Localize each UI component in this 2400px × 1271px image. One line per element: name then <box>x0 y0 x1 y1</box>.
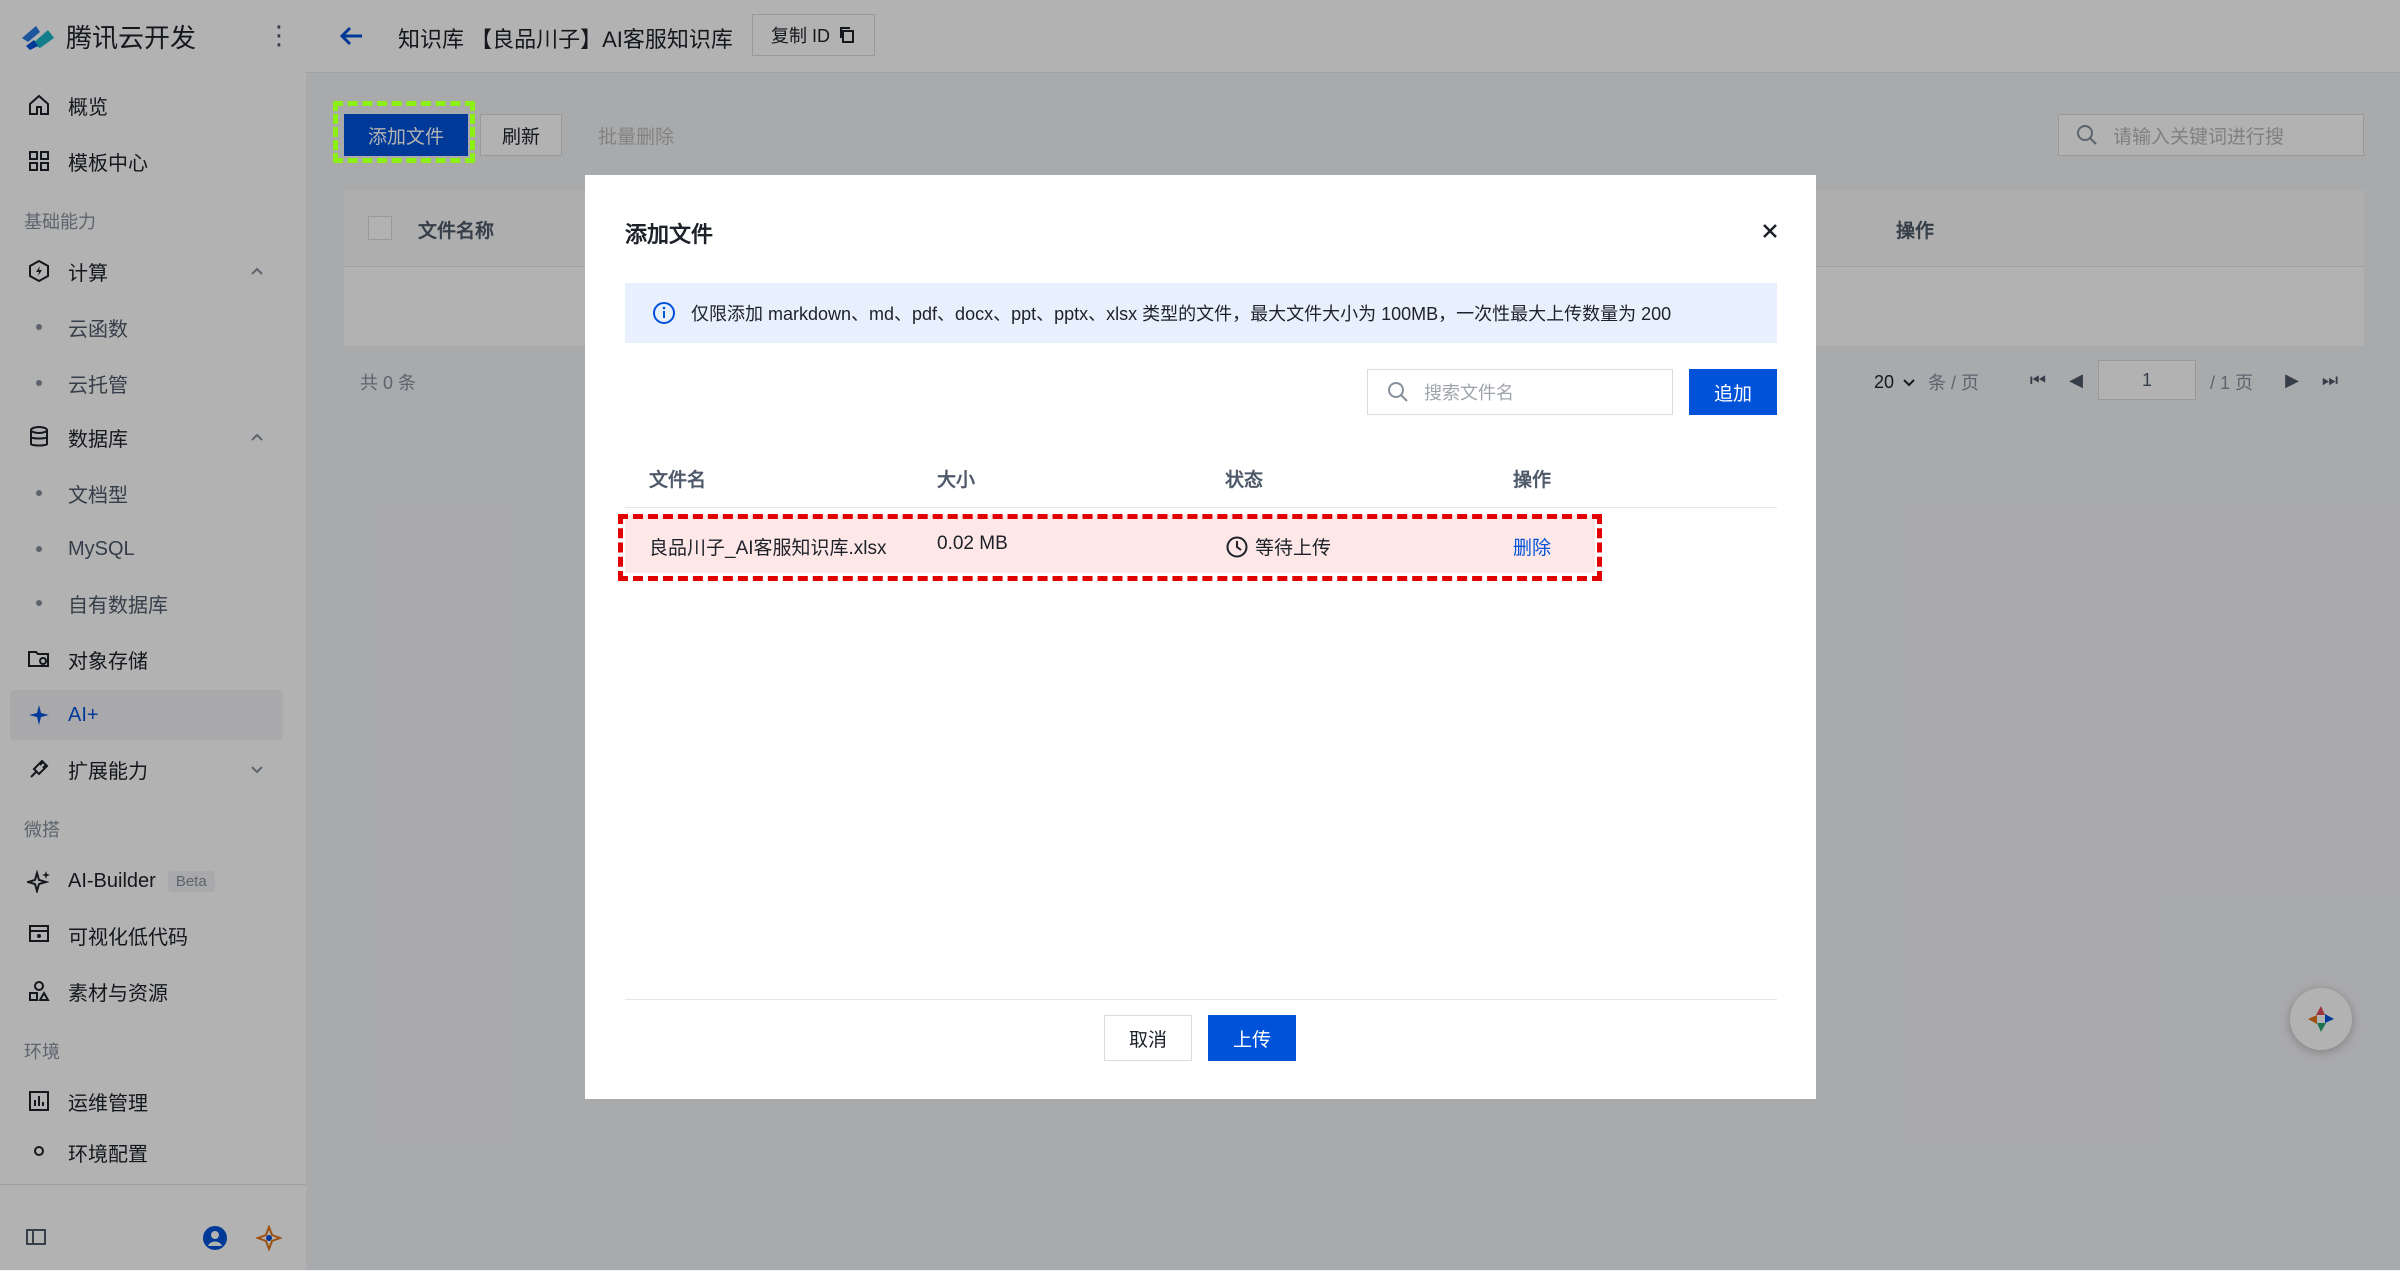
cancel-button[interactable]: 取消 <box>1104 1015 1192 1061</box>
upload-button[interactable]: 上传 <box>1208 1015 1296 1061</box>
upload-notice: 仅限添加 markdown、md、pdf、docx、ppt、pptx、xlsx … <box>625 283 1777 343</box>
column-action: 操作 <box>1513 470 1552 491</box>
close-icon[interactable] <box>1756 217 1784 245</box>
add-file-dialog: 添加文件 仅限添加 markdown、md、pdf、docx、ppt、pptx、… <box>585 175 1816 1099</box>
search-placeholder: 搜索文件名 <box>1424 383 1514 403</box>
highlight-add-file <box>333 101 475 163</box>
upload-table-header: 文件名 大小 状态 操作 <box>625 447 1777 508</box>
notice-text: 仅限添加 markdown、md、pdf、docx、ppt、pptx、xlsx … <box>691 304 1672 324</box>
info-icon <box>653 302 675 324</box>
append-button[interactable]: 追加 <box>1689 369 1777 415</box>
search-icon <box>1388 382 1408 402</box>
column-status: 状态 <box>1225 470 1264 491</box>
highlight-file-row <box>618 514 1602 581</box>
file-search-input[interactable]: 搜索文件名 <box>1367 369 1673 415</box>
footer-divider <box>625 999 1777 1000</box>
column-size: 大小 <box>937 470 976 491</box>
column-name: 文件名 <box>649 470 707 491</box>
dialog-title: 添加文件 <box>625 222 714 247</box>
